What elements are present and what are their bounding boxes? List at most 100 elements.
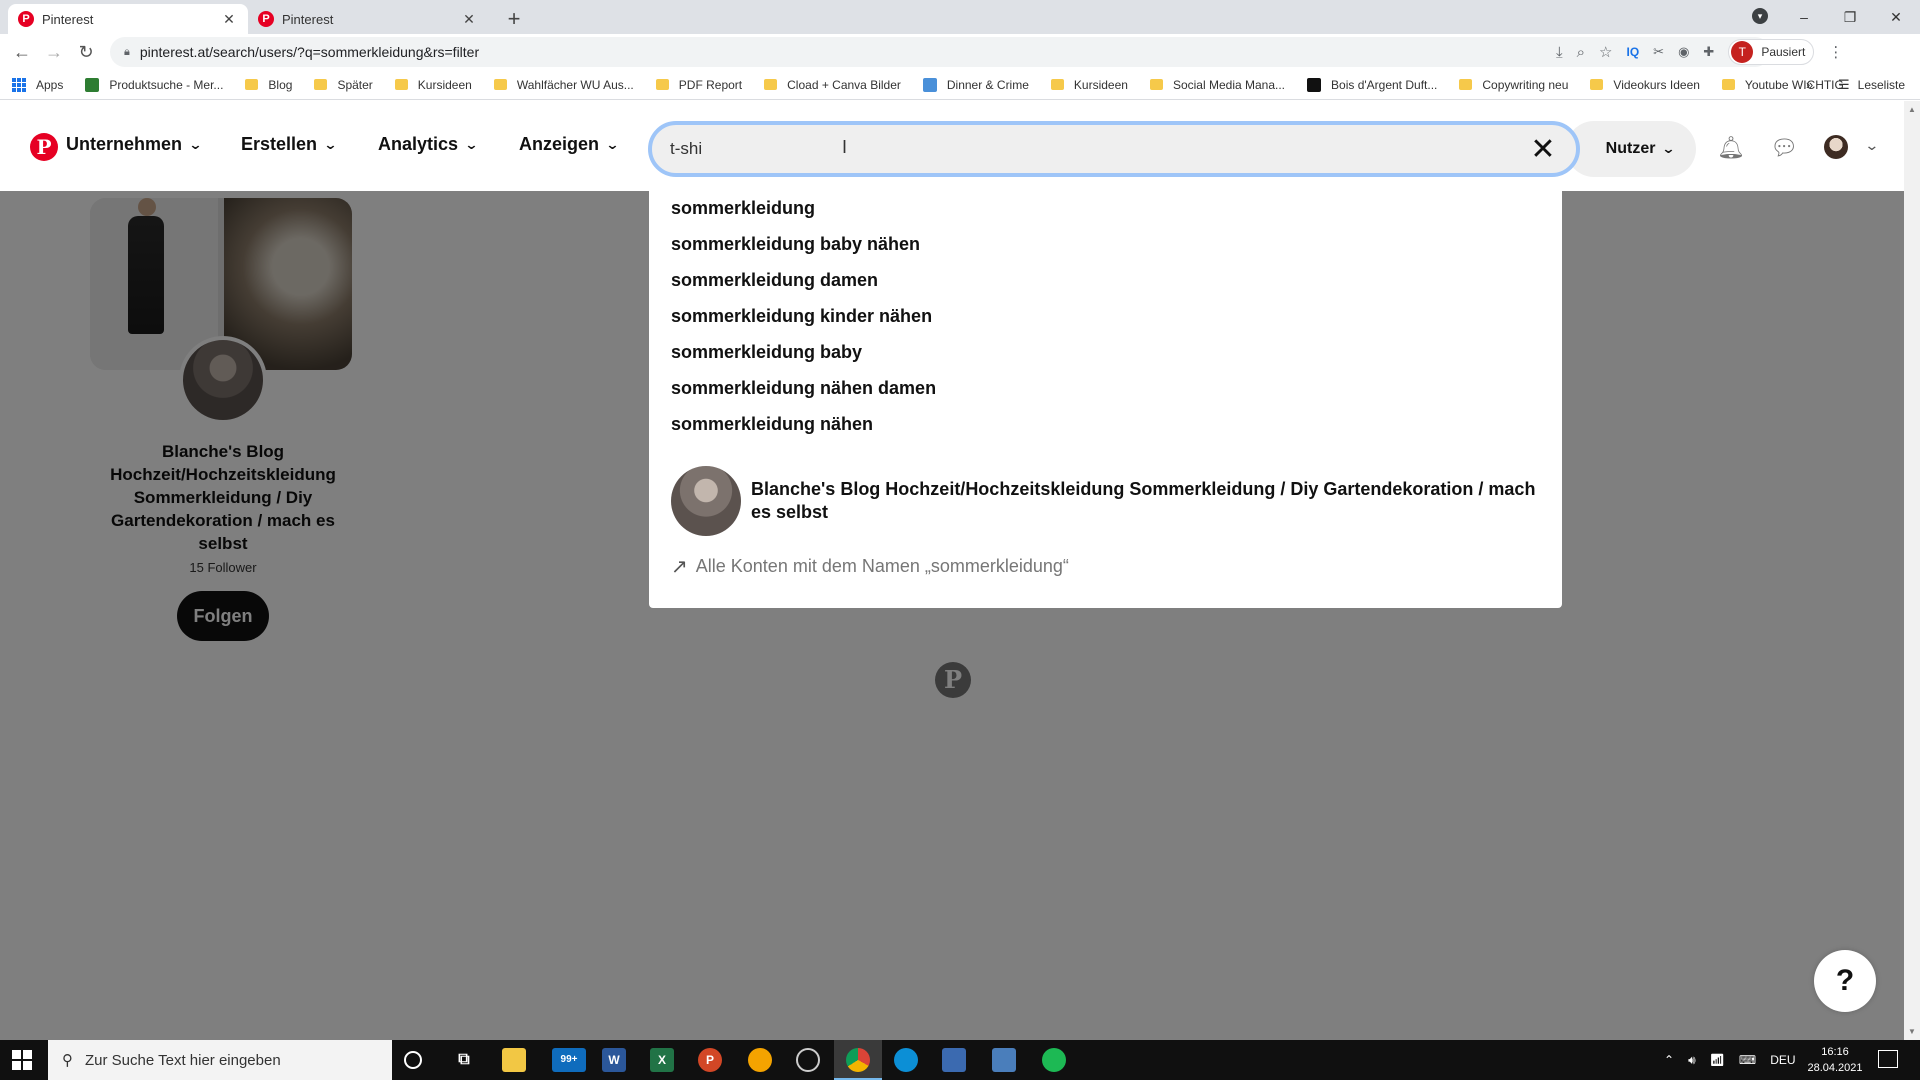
bookmark-item[interactable]: Kursideen xyxy=(1050,78,1128,92)
mail-icon[interactable]: 99+ xyxy=(552,1048,586,1072)
all-accounts-link[interactable]: ↗ Alle Konten mit dem Namen „sommerkleid… xyxy=(671,554,1540,579)
taskbar-clock[interactable]: 16:16 28.04.2021 xyxy=(1790,1044,1880,1076)
bookmark-item[interactable]: Produktsuche - Mer... xyxy=(85,77,223,92)
word-icon[interactable]: W xyxy=(602,1048,626,1072)
search-box[interactable]: ✕ xyxy=(648,121,1580,177)
bookmark-item[interactable]: Videokurs Ideen xyxy=(1590,78,1700,92)
chrome-icon[interactable] xyxy=(846,1048,870,1072)
bookmark-item[interactable]: Social Media Mana... xyxy=(1149,77,1286,92)
reload-icon[interactable]: ↻ xyxy=(74,40,98,64)
help-button[interactable]: ? xyxy=(1814,950,1876,1012)
bookmark-item[interactable]: Wahlfächer WU Aus... xyxy=(493,78,634,92)
extension-icon[interactable]: ◉ xyxy=(1678,44,1689,60)
extension-iq-icon[interactable]: IQ xyxy=(1627,45,1640,59)
folder-icon xyxy=(394,79,408,90)
account-suggestion[interactable]: Blanche's Blog Hochzeit/Hochzeitskleidun… xyxy=(671,466,1540,536)
bookmark-item[interactable]: Später xyxy=(314,78,373,92)
notification-center-icon[interactable] xyxy=(1878,1050,1898,1068)
search-icon: ⚲ xyxy=(62,1052,73,1069)
minimize-button[interactable]: – xyxy=(1782,4,1826,30)
nav-analytics-menu[interactable]: Analytics ⌄ xyxy=(378,134,479,155)
search-suggestion[interactable]: sommerkleidung xyxy=(671,190,1540,226)
address-bar[interactable]: 🔒︎ pinterest.at/search/users/?q=sommerkl… xyxy=(110,37,1770,67)
nav-analytics-label: Analytics xyxy=(378,134,459,154)
search-input[interactable] xyxy=(670,139,1528,159)
notifications-bell-icon[interactable]: 🔔︎ xyxy=(1717,135,1745,161)
follow-button[interactable]: Folgen xyxy=(177,591,269,641)
tab-close-icon[interactable]: ✕ xyxy=(460,11,478,28)
nav-create-menu[interactable]: Erstellen ⌄ xyxy=(241,134,338,155)
search-suggestion[interactable]: sommerkleidung damen xyxy=(671,262,1540,298)
spotify-icon[interactable] xyxy=(1042,1048,1066,1072)
folder-icon xyxy=(1149,79,1163,90)
profile-button[interactable]: T Pausiert xyxy=(1728,39,1815,65)
search-suggestion[interactable]: sommerkleidung baby nähen xyxy=(671,226,1540,262)
cortana-icon[interactable] xyxy=(404,1051,422,1069)
account-avatar[interactable] xyxy=(1824,135,1848,159)
clear-search-icon[interactable]: ✕ xyxy=(1528,132,1558,167)
bookmark-item[interactable]: Youtube WICHTIG xyxy=(1721,78,1844,92)
bookmark-item[interactable]: Bois d'Argent Duft... xyxy=(1307,77,1437,92)
nav-ads-label: Anzeigen xyxy=(519,134,600,154)
tab-pinterest-2[interactable]: P Pinterest ✕ xyxy=(248,4,488,34)
scroll-up-icon[interactable]: ▲ xyxy=(1908,105,1916,114)
bookmark-item[interactable]: Blog xyxy=(245,78,292,92)
tray-chevron-up-icon[interactable]: ⌃ xyxy=(1664,1053,1674,1067)
user-filter-dropdown[interactable]: Nutzer ⌄ xyxy=(1566,121,1696,177)
apps-icon xyxy=(12,77,26,92)
powerpoint-icon[interactable]: P xyxy=(698,1048,722,1072)
forward-arrow-icon[interactable]: → xyxy=(42,40,66,64)
network-icon[interactable]: 📶︎ xyxy=(1710,1053,1725,1067)
search-suggestion[interactable]: sommerkleidung kinder nähen xyxy=(671,298,1540,334)
obs-icon[interactable] xyxy=(796,1048,820,1072)
app-icon[interactable] xyxy=(992,1048,1016,1072)
keyboard-icon[interactable]: ⌨ xyxy=(1739,1053,1756,1067)
scroll-down-icon[interactable]: ▼ xyxy=(1908,1027,1916,1036)
profile-name[interactable]: Blanche's Blog Hochzeit/Hochzeitskleidun… xyxy=(90,440,356,555)
profile-avatar: T xyxy=(1731,41,1754,63)
puzzle-extensions-icon[interactable]: ✚ xyxy=(1703,44,1714,60)
search-suggestion[interactable]: sommerkleidung nähen xyxy=(671,406,1540,442)
volume-icon[interactable]: 🔊︎ xyxy=(1688,1053,1696,1068)
bookmark-item[interactable]: Dinner & Crime xyxy=(922,77,1029,92)
nav-ads-menu[interactable]: Anzeigen ⌄ xyxy=(519,134,620,155)
page-scrollbar[interactable]: ▲ ▼ xyxy=(1904,101,1920,1040)
windows-start-icon[interactable] xyxy=(12,1050,32,1070)
close-window-button[interactable]: ✕ xyxy=(1874,4,1918,30)
restore-button[interactable]: ❐ xyxy=(1828,4,1872,30)
bookmarks-overflow-icon[interactable]: » xyxy=(1806,77,1813,92)
excel-icon[interactable]: X xyxy=(650,1048,674,1072)
pinterest-logo-icon[interactable]: P xyxy=(30,133,58,161)
tab-close-icon[interactable]: ✕ xyxy=(220,11,238,28)
bookmark-item[interactable]: Apps xyxy=(12,77,63,92)
search-suggestion[interactable]: sommerkleidung nähen damen xyxy=(671,370,1540,406)
app-icon[interactable] xyxy=(942,1048,966,1072)
taskbar-search[interactable]: ⚲ Zur Suche Text hier eingeben xyxy=(48,1040,392,1080)
bookmark-item[interactable]: Cload + Canva Bilder xyxy=(764,78,901,92)
folder-icon xyxy=(245,79,259,90)
tab-search-icon[interactable]: ▾ xyxy=(1752,8,1768,24)
search-suggestion[interactable]: sommerkleidung baby xyxy=(671,334,1540,370)
reading-list-button[interactable]: ☰ Leseliste xyxy=(1838,77,1905,93)
bookmark-item[interactable]: Kursideen xyxy=(394,78,472,92)
bookmark-label: Social Media Mana... xyxy=(1172,77,1286,92)
edge-icon[interactable] xyxy=(894,1048,918,1072)
suggestion-list: sommerkleidung sommerkleidung baby nähen s… xyxy=(671,190,1540,442)
account-chevron-down-icon[interactable]: ⌄ xyxy=(1864,137,1879,154)
extension-icon[interactable]: ✂ xyxy=(1653,44,1664,60)
bookmark-item[interactable]: PDF Report xyxy=(655,78,742,92)
browser-menu-icon[interactable]: ⋮ xyxy=(1828,43,1843,61)
install-app-icon[interactable]: ⤓ xyxy=(1556,44,1563,61)
bookmark-item[interactable]: Copywriting neu xyxy=(1459,78,1568,92)
nav-business-menu[interactable]: Unternehmen ⌄ xyxy=(66,134,203,155)
new-tab-button[interactable]: + xyxy=(500,6,528,34)
profile-card[interactable]: Blanche's Blog Hochzeit/Hochzeitskleidun… xyxy=(90,198,356,641)
messages-icon[interactable]: 💬︎ xyxy=(1770,135,1798,161)
bookmark-star-icon[interactable]: ☆ xyxy=(1599,43,1612,61)
back-arrow-icon[interactable]: ← xyxy=(10,40,34,64)
tab-pinterest-1[interactable]: P Pinterest ✕ xyxy=(8,4,248,34)
zoom-icon[interactable]: ⌕ xyxy=(1577,44,1585,61)
app-icon[interactable] xyxy=(748,1048,772,1072)
task-view-icon[interactable]: ⧉ xyxy=(452,1048,476,1072)
file-explorer-icon[interactable] xyxy=(502,1048,526,1072)
